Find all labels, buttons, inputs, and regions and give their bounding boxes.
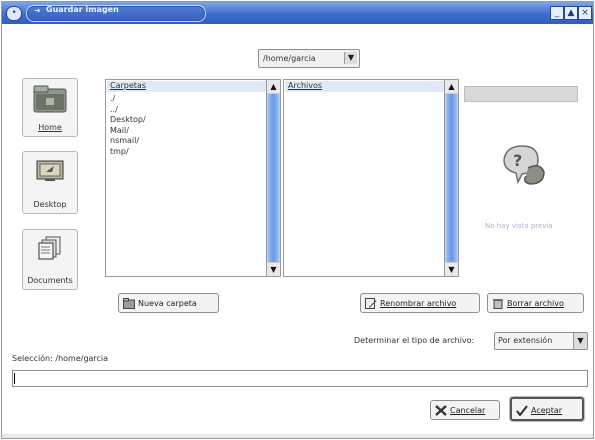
preview-message: No hay vista previa	[485, 222, 553, 230]
preview-toggle[interactable]	[464, 86, 578, 102]
window-bottom-edge	[2, 434, 593, 438]
scroll-up-icon[interactable]: ▲	[445, 80, 458, 93]
selection-input[interactable]	[12, 370, 588, 387]
selection-label: Selección: /home/garcia	[12, 354, 109, 363]
cancel-label: Cancelar	[450, 406, 486, 415]
files-pane[interactable]: Archivos ▲ ▼	[283, 79, 459, 277]
chevron-down-icon[interactable]: ▼	[344, 52, 357, 64]
place-documents[interactable]: Documents	[22, 229, 78, 290]
place-desktop-label: Desktop	[33, 200, 67, 209]
svg-text:?: ?	[513, 151, 522, 170]
new-folder-button[interactable]: Nueva carpeta	[118, 293, 219, 313]
cancel-icon	[435, 405, 447, 416]
file-type-label: Determinar el tipo de archivo:	[354, 336, 475, 345]
list-item[interactable]: tmp/	[110, 147, 146, 158]
list-item[interactable]: Mail/	[110, 126, 146, 137]
scroll-down-icon[interactable]: ▼	[267, 263, 280, 276]
path-selector[interactable]: /home/garcia ▼	[258, 49, 360, 68]
folder-icon	[123, 298, 135, 309]
accept-label: Aceptar	[531, 406, 563, 415]
title-bar[interactable]: • ➜ Guardar imagen _ ▲ ×	[2, 2, 593, 24]
list-item[interactable]: Desktop/	[110, 115, 146, 126]
rename-file-button[interactable]: Renombrar archivo	[360, 293, 480, 313]
new-folder-label: Nueva carpeta	[138, 299, 197, 308]
file-type-select[interactable]: Por extensión ▼	[494, 332, 588, 350]
rename-file-label: Renombrar archivo	[380, 299, 457, 308]
place-documents-label: Documents	[27, 276, 73, 285]
path-value: /home/garcia	[263, 54, 316, 63]
scroll-down-icon[interactable]: ▼	[445, 263, 458, 276]
files-header[interactable]: Archivos	[285, 81, 444, 92]
list-item[interactable]: ../	[110, 105, 146, 116]
folders-scrollbar[interactable]: ▲ ▼	[266, 80, 280, 276]
desktop-icon	[36, 160, 64, 181]
place-home[interactable]: Home	[22, 78, 78, 137]
accept-button[interactable]: Aceptar	[510, 397, 584, 421]
trash-icon	[493, 299, 503, 309]
scroll-thumb[interactable]	[446, 94, 457, 262]
scroll-thumb[interactable]	[268, 94, 279, 262]
folders-header[interactable]: Carpetas	[107, 81, 266, 92]
scroll-up-icon[interactable]: ▲	[267, 80, 280, 93]
window-menu-icon[interactable]: •	[6, 6, 22, 21]
folders-pane[interactable]: Carpetas ./ ../ Desktop/ Mail/ nsmail/ t…	[105, 79, 281, 277]
folders-list: ./ ../ Desktop/ Mail/ nsmail/ tmp/	[110, 94, 146, 157]
file-type-value: Por extensión	[498, 336, 553, 345]
place-desktop[interactable]: Desktop	[22, 151, 78, 214]
chevron-down-icon[interactable]: ▼	[573, 333, 587, 349]
app-icon: ➜	[34, 6, 41, 15]
maximize-icon[interactable]: ▲	[564, 6, 578, 20]
delete-file-label: Borrar archivo	[507, 299, 564, 308]
documents-icon	[38, 236, 61, 260]
minimize-icon[interactable]: _	[550, 6, 564, 20]
list-item[interactable]: ./	[110, 94, 146, 105]
text-caret	[14, 373, 15, 384]
cancel-button[interactable]: Cancelar	[430, 400, 500, 420]
place-home-label: Home	[38, 123, 62, 132]
accept-icon	[516, 405, 528, 416]
list-item[interactable]: nsmail/	[110, 136, 146, 147]
home-folder-icon	[33, 85, 67, 113]
window-title: Guardar imagen	[46, 5, 119, 14]
question-mark-icon: ?	[503, 145, 545, 185]
files-scrollbar[interactable]: ▲ ▼	[444, 80, 458, 276]
delete-file-button[interactable]: Borrar archivo	[487, 293, 584, 313]
rename-icon	[365, 298, 377, 309]
close-icon[interactable]: ×	[578, 6, 592, 20]
save-image-dialog: • ➜ Guardar imagen _ ▲ × /home/garcia ▼ …	[1, 1, 594, 439]
